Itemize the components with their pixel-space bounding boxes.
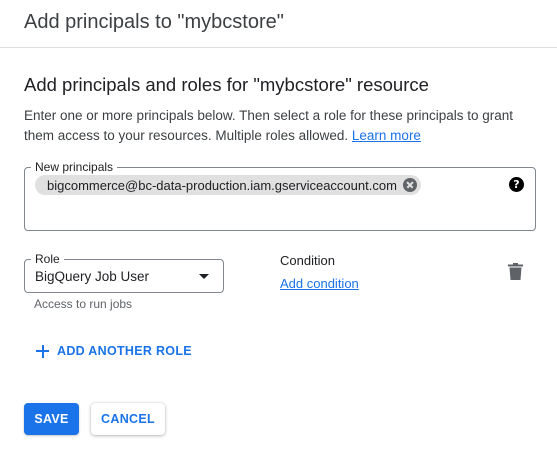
role-selected-value: BigQuery Job User [35, 269, 150, 284]
add-another-role-label: ADD ANOTHER ROLE [57, 344, 192, 358]
condition-label: Condition [280, 253, 335, 268]
chip-remove-icon[interactable] [402, 178, 417, 192]
description-text: Enter one or more principals below. Then… [24, 108, 514, 143]
new-principals-label: New principals [31, 160, 118, 174]
dialog-title: Add principals to "mybcstore" [24, 11, 284, 33]
add-another-role-button[interactable]: ADD ANOTHER ROLE [36, 341, 192, 361]
new-principals-field[interactable]: New principals bigcommerce@bc-data-produ… [24, 160, 536, 231]
section-description: Enter one or more principals below. Then… [24, 106, 539, 146]
cancel-button[interactable]: CANCEL [91, 403, 165, 435]
role-label: Role [31, 252, 64, 266]
role-hint: Access to run jobs [34, 297, 133, 311]
trash-icon[interactable] [508, 263, 523, 280]
save-button[interactable]: SAVE [24, 403, 79, 435]
plus-icon [36, 344, 49, 358]
principal-chip-text: bigcommerce@bc-data-production.iam.gserv… [47, 177, 397, 193]
principal-chip[interactable]: bigcommerce@bc-data-production.iam.gserv… [35, 175, 421, 195]
arrow-drop-down-icon [199, 274, 209, 279]
learn-more-link[interactable]: Learn more [352, 128, 421, 143]
dialog-header: Add principals to "mybcstore" [0, 0, 557, 48]
section-title: Add principals and roles for "mybcstore"… [24, 74, 429, 95]
help-icon[interactable]: ? [509, 177, 524, 192]
add-condition-link[interactable]: Add condition [280, 276, 359, 291]
role-select[interactable]: Role BigQuery Job User [24, 252, 224, 293]
